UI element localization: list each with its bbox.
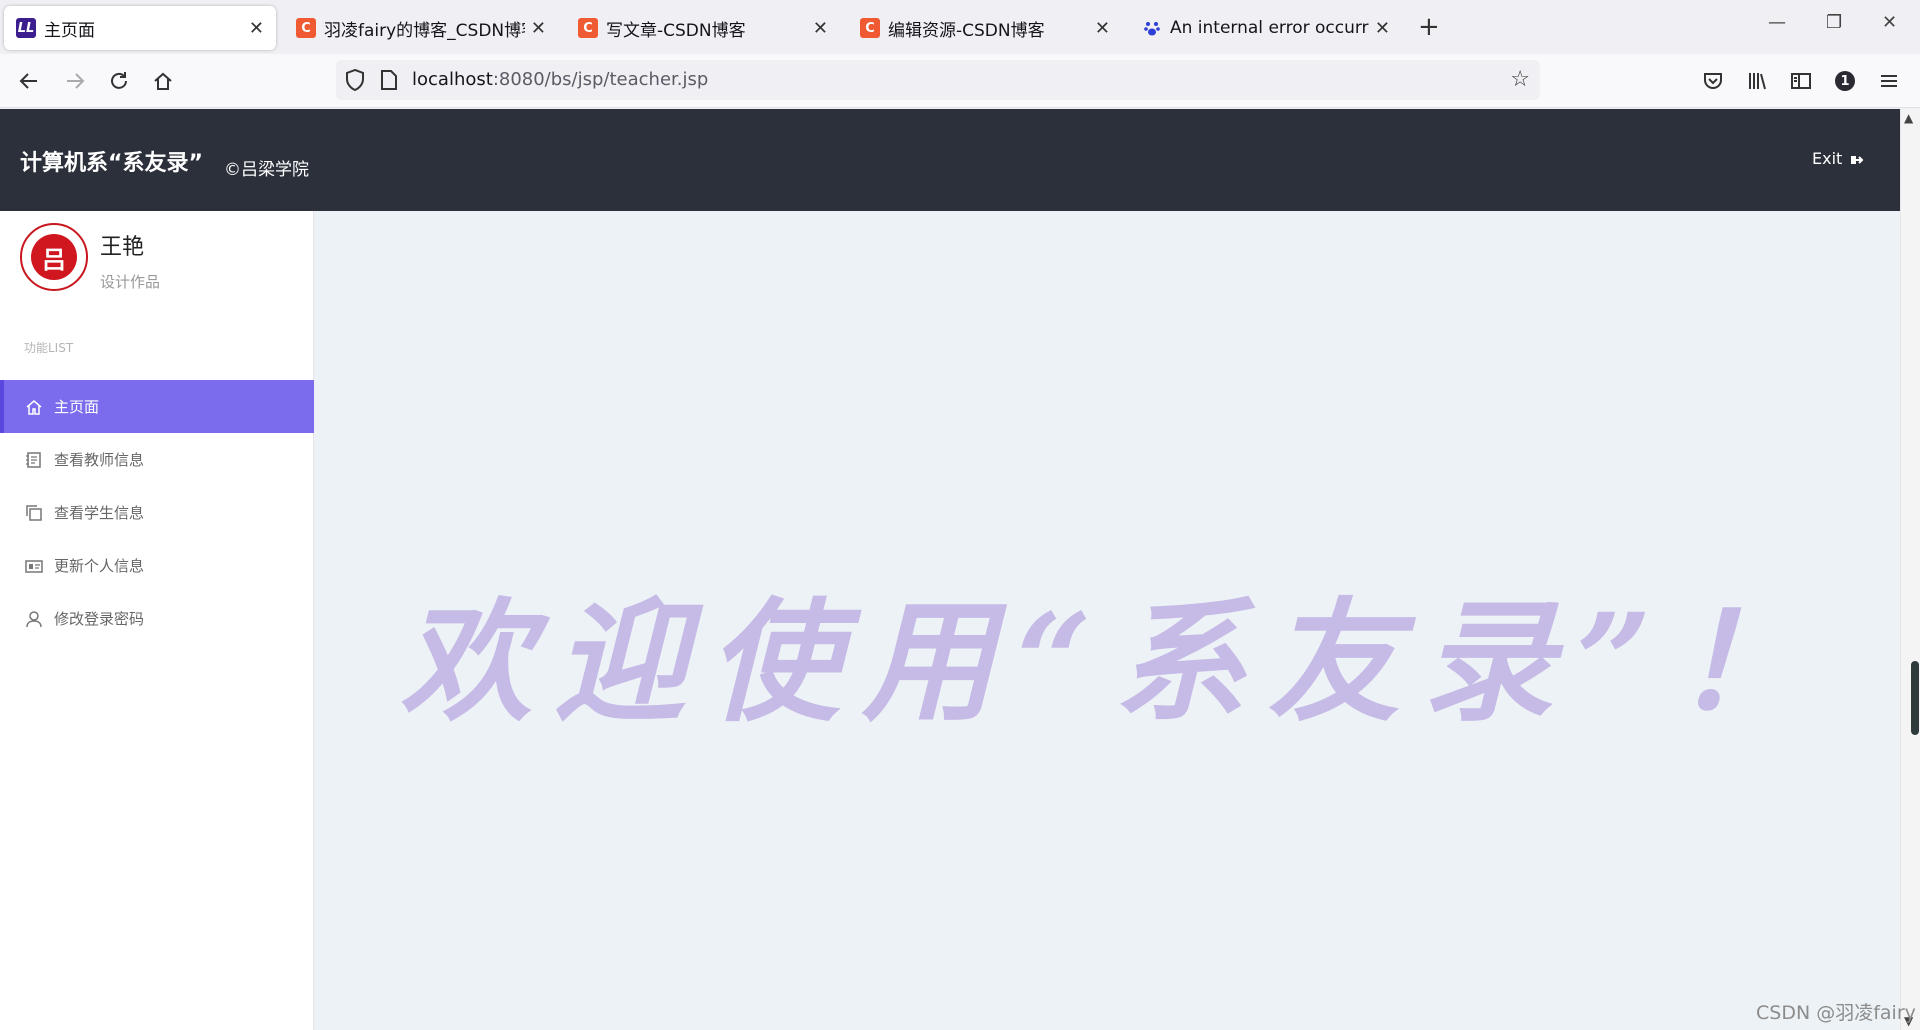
home-icon — [154, 72, 172, 90]
browser-tab-strip: LL 主页面 ✕ C 羽凌fairy的博客_CSDN博客-计 ✕ C 写文章-C… — [0, 0, 1920, 54]
url-bar[interactable]: localhost:8080/bs/jsp/teacher.jsp ☆ — [336, 60, 1540, 100]
ll-logo-icon: LL — [16, 18, 36, 38]
exit-button[interactable]: Exit — [1812, 149, 1864, 168]
csdn-icon: C — [860, 18, 880, 38]
home-icon — [24, 397, 44, 417]
tab-title: 写文章-CSDN博客 — [606, 20, 746, 41]
sidebar-item-label: 主页面 — [54, 398, 100, 416]
scroll-thumb[interactable] — [1911, 661, 1919, 735]
browser-tab-csdn-blog[interactable]: C 羽凌fairy的博客_CSDN博客-计 ✕ — [284, 6, 558, 50]
account-badge: 1 — [1835, 71, 1855, 91]
copy-icon — [24, 503, 44, 523]
window-close-button[interactable]: ✕ — [1882, 12, 1897, 33]
minimize-button[interactable]: — — [1768, 12, 1786, 33]
browser-tab-home[interactable]: LL 主页面 ✕ — [4, 6, 276, 50]
close-icon[interactable]: ✕ — [249, 18, 264, 39]
sidebar-item-change-password[interactable]: 修改登录密码 — [0, 592, 314, 645]
sidebar-item-teacher-info[interactable]: 查看教师信息 — [0, 433, 314, 486]
csdn-watermark: CSDN @羽凌fairy — [1756, 1002, 1916, 1024]
restore-button[interactable]: ❐ — [1826, 12, 1842, 33]
sidebar-item-label: 查看教师信息 — [54, 451, 145, 469]
university-logo-icon: 吕 — [31, 234, 77, 280]
user-name: 王艳 — [100, 235, 145, 260]
tab-title: An internal error occurred du — [1170, 18, 1369, 38]
tab-title: 羽凌fairy的博客_CSDN博客-计 — [324, 20, 525, 41]
csdn-icon: C — [296, 18, 316, 38]
close-icon[interactable]: ✕ — [1095, 18, 1110, 39]
user-role: 设计作品 — [100, 273, 161, 291]
sidebar-item-student-info[interactable]: 查看学生信息 — [0, 486, 314, 539]
shield-icon[interactable] — [344, 68, 366, 96]
app-subtitle: ©吕梁学院 — [224, 160, 309, 180]
exit-label: Exit — [1812, 149, 1843, 168]
url-path: :8080/bs/jsp/teacher.jsp — [492, 69, 709, 90]
sidebar: 吕 王艳 设计作品 功能LIST 主页面 查看教师信息 查看学生信息 更新个人信… — [0, 211, 314, 1030]
reload-icon — [111, 72, 127, 89]
close-icon[interactable]: ✕ — [813, 18, 828, 39]
page-icon[interactable] — [380, 69, 398, 95]
tab-title: 主页面 — [44, 20, 95, 41]
bookmark-star-icon[interactable]: ☆ — [1510, 67, 1530, 92]
pocket-button[interactable] — [1700, 68, 1726, 94]
sidebar-item-label: 修改登录密码 — [54, 610, 145, 628]
back-button[interactable] — [16, 68, 42, 94]
close-icon[interactable]: ✕ — [531, 18, 546, 39]
menu-button[interactable] — [1876, 68, 1902, 94]
welcome-text: 欢迎使用“系友录”！ — [400, 585, 1828, 740]
forward-button[interactable] — [62, 68, 88, 94]
hamburger-icon — [1881, 75, 1897, 87]
account-button[interactable]: 1 — [1832, 68, 1858, 94]
pocket-icon — [1704, 73, 1722, 89]
url-host: localhost — [412, 69, 493, 90]
section-label: 功能LIST — [24, 341, 74, 355]
arrow-left-icon — [19, 73, 37, 89]
new-tab-button[interactable]: + — [1418, 12, 1440, 42]
notebook-icon — [24, 450, 44, 470]
arrow-right-icon — [67, 73, 85, 89]
library-button[interactable] — [1744, 68, 1770, 94]
home-button[interactable] — [150, 68, 176, 94]
tab-title: 编辑资源-CSDN博客 — [888, 20, 1045, 41]
browser-tab-error[interactable]: An internal error occurred du ✕ — [1130, 6, 1402, 50]
id-card-icon — [24, 556, 44, 576]
browser-tab-write-article[interactable]: C 写文章-CSDN博客 ✕ — [566, 6, 840, 50]
sidebar-toggle-button[interactable] — [1788, 68, 1814, 94]
app-header: 计算机系“系友录” ©吕梁学院 Exit — [0, 109, 1900, 211]
user-icon — [24, 609, 44, 629]
main-content: 欢迎使用“系友录”！ — [315, 211, 1900, 1030]
page-scrollbar[interactable]: ▲ ▼ — [1900, 109, 1920, 1030]
avatar: 吕 — [20, 223, 88, 291]
browser-tab-edit-resource[interactable]: C 编辑资源-CSDN博客 ✕ — [848, 6, 1122, 50]
browser-nav-bar: localhost:8080/bs/jsp/teacher.jsp ☆ 1 — [0, 54, 1920, 108]
sign-out-icon — [1850, 152, 1864, 166]
sidebar-item-home[interactable]: 主页面 — [0, 380, 314, 433]
url-text[interactable]: localhost:8080/bs/jsp/teacher.jsp — [412, 69, 708, 90]
sidebar-item-label: 更新个人信息 — [54, 557, 145, 575]
sidebar-item-label: 查看学生信息 — [54, 504, 145, 522]
reload-button[interactable] — [106, 68, 132, 94]
close-icon[interactable]: ✕ — [1375, 18, 1390, 39]
sidebar-icon — [1791, 73, 1811, 89]
sidebar-menu: 主页面 查看教师信息 查看学生信息 更新个人信息 修改登录密码 — [0, 380, 314, 645]
baidu-paw-icon — [1142, 18, 1162, 38]
sidebar-item-update-profile[interactable]: 更新个人信息 — [0, 539, 314, 592]
app-title: 计算机系“系友录” — [20, 151, 203, 176]
csdn-icon: C — [578, 18, 598, 38]
chevron-up-icon[interactable]: ▲ — [1904, 111, 1913, 125]
library-icon — [1749, 73, 1766, 90]
